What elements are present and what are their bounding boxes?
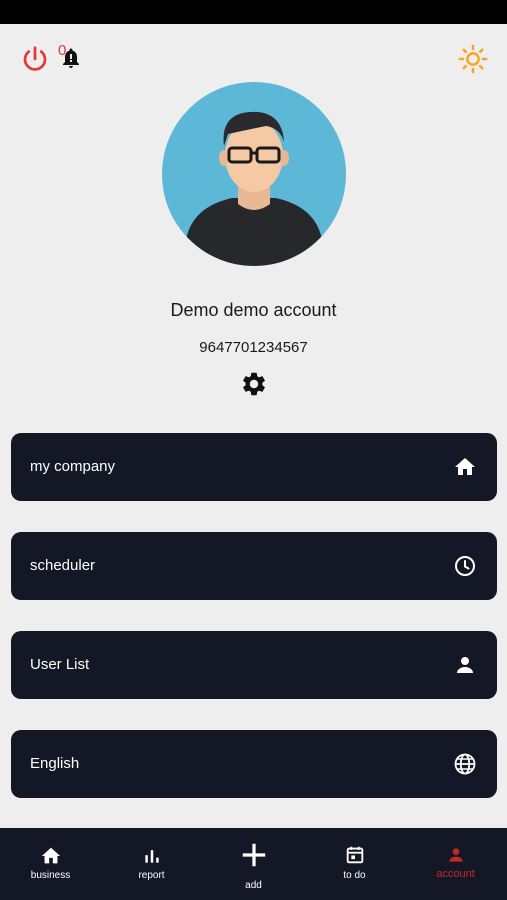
avatar-illustration [162, 82, 346, 266]
bottom-navigation: business report add to do account [0, 828, 507, 900]
menu-item-label: scheduler [30, 557, 96, 574]
menu-item-label: English [30, 755, 80, 772]
calendar-icon [346, 846, 363, 864]
nav-account[interactable]: account [405, 828, 506, 900]
plus-icon [242, 843, 265, 867]
nav-label: add [245, 880, 262, 891]
menu-item-my-company[interactable]: my company [11, 433, 497, 501]
person-icon [448, 848, 463, 862]
sun-icon [458, 44, 488, 74]
menu-item-label: my company [30, 458, 116, 475]
bell-alert-icon [63, 48, 79, 68]
notifications-button[interactable]: 0 [55, 42, 89, 74]
home-icon [455, 458, 475, 475]
status-bar [0, 0, 507, 24]
settings-button[interactable] [240, 370, 268, 398]
nav-business[interactable]: business [0, 828, 101, 900]
theme-toggle-button[interactable] [458, 44, 488, 74]
person-icon [457, 657, 473, 673]
bar-chart-icon [144, 850, 159, 863]
nav-to-do[interactable]: to do [304, 828, 405, 900]
home-icon [41, 847, 60, 864]
globe-icon [454, 753, 476, 775]
menu-item-user-list[interactable]: User List [11, 631, 497, 699]
menu-item-language[interactable]: English [11, 730, 497, 798]
menu-item-label: User List [30, 656, 90, 673]
nav-label: report [138, 870, 165, 881]
avatar [162, 82, 346, 266]
nav-label: to do [343, 870, 366, 881]
power-button[interactable] [20, 44, 50, 74]
nav-report[interactable]: report [101, 828, 202, 900]
gear-icon [243, 372, 265, 396]
menu-item-scheduler[interactable]: scheduler [11, 532, 497, 600]
profile-phone: 9647701234567 [199, 339, 308, 356]
nav-label: account [436, 868, 475, 880]
power-icon [23, 46, 47, 71]
clock-icon [455, 556, 475, 576]
nav-add[interactable]: add [203, 828, 304, 900]
profile-name: Demo demo account [170, 300, 337, 320]
nav-label: business [30, 870, 71, 881]
